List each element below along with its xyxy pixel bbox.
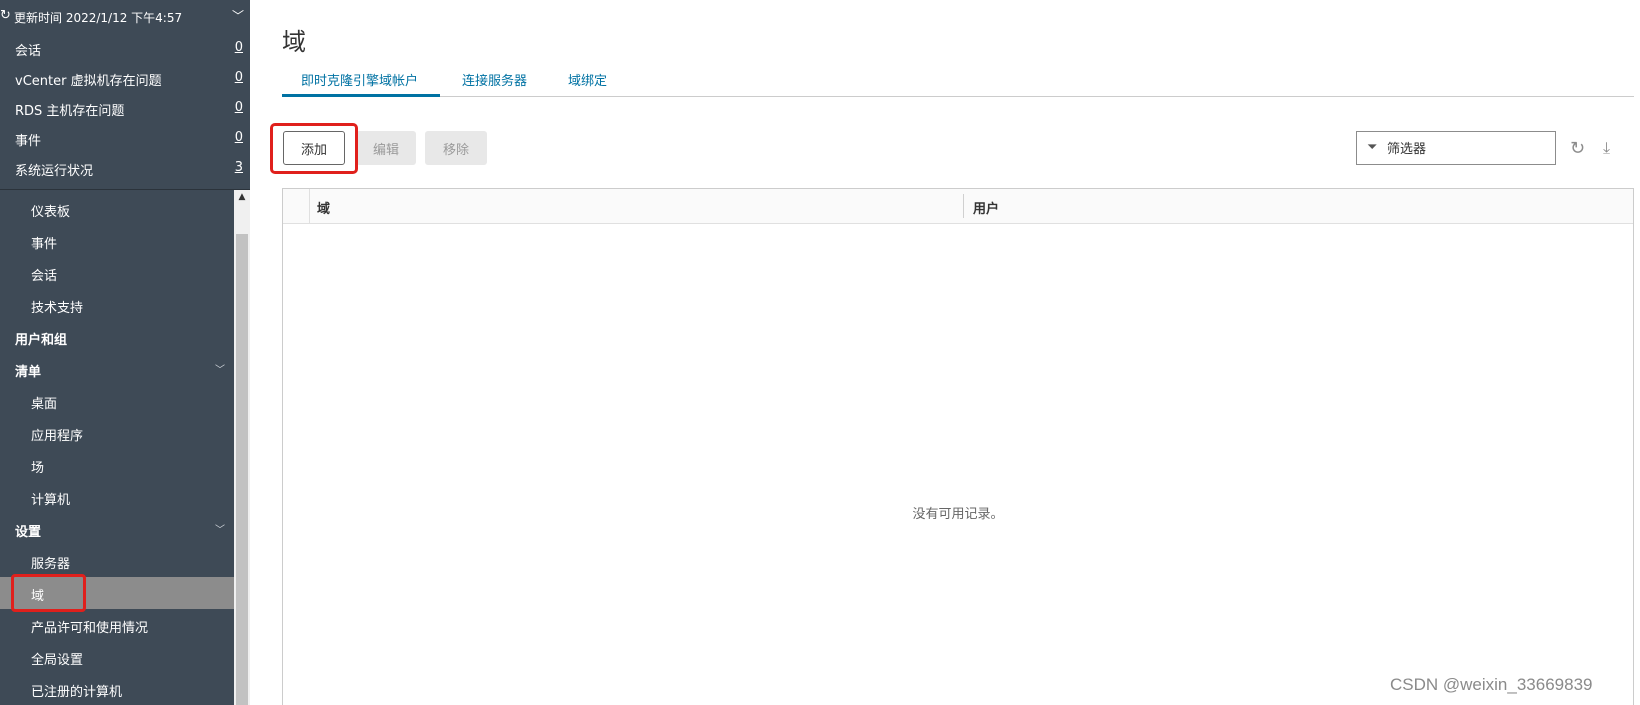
select-column[interactable] <box>283 189 310 223</box>
status-label: vCenter 虚拟机存在问题 <box>15 74 162 89</box>
status-row-health[interactable]: 系统运行状况 3 <box>0 153 250 183</box>
nav-section-label: 设置 <box>15 525 42 540</box>
nav-item-label: 服务器 <box>31 557 71 572</box>
tab-domain-bind[interactable]: 域绑定 <box>568 70 607 89</box>
nav-item-registered-machines[interactable]: 已注册的计算机 <box>0 673 234 705</box>
status-row-rds[interactable]: RDS 主机存在问题 0 <box>0 93 250 123</box>
nav-item-applications[interactable]: 应用程序 <box>0 417 234 449</box>
tab-connection-servers[interactable]: 连接服务器 <box>462 70 527 89</box>
tab-divider <box>282 96 1634 97</box>
column-header-domain[interactable]: 域 <box>317 198 330 217</box>
nav-section-label: 清单 <box>15 365 42 380</box>
status-count[interactable]: 0 <box>235 130 243 145</box>
nav-item-label: 桌面 <box>31 397 58 412</box>
status-label: 系统运行状况 <box>15 164 94 179</box>
filter-icon: ⏷ <box>1367 140 1378 155</box>
status-count[interactable]: 0 <box>235 40 243 55</box>
scroll-up-icon[interactable]: ▲ <box>237 191 247 203</box>
nav-item-label: 计算机 <box>31 493 71 508</box>
highlight-box <box>270 123 358 174</box>
filter-input[interactable] <box>1385 137 1549 161</box>
nav-item-events[interactable]: 事件 <box>0 225 234 257</box>
data-grid: 域 用户 没有可用记录。 <box>282 188 1634 705</box>
chevron-down-icon[interactable]: ﹀ <box>215 521 225 536</box>
chevron-down-icon[interactable]: ﹀ <box>215 361 225 376</box>
page-title: 域 <box>282 28 306 56</box>
chevron-down-icon[interactable]: ﹀ <box>232 7 244 24</box>
nav-item-label: 事件 <box>31 237 58 252</box>
nav-item-machines[interactable]: 计算机 <box>0 481 234 513</box>
status-header[interactable]: ↻ 更新时间 2022/1/12 下午4:57 ﹀ <box>0 0 250 32</box>
watermark: CSDN @weixin_33669839 <box>1390 675 1593 694</box>
status-row-events[interactable]: 事件 0 <box>0 123 250 153</box>
status-count[interactable]: 0 <box>235 70 243 85</box>
nav-item-sessions[interactable]: 会话 <box>0 257 234 289</box>
nav-item-label: 会话 <box>31 269 58 284</box>
nav-section-inventory[interactable]: 清单 ﹀ <box>0 353 234 385</box>
nav-item-support[interactable]: 技术支持 <box>0 289 234 321</box>
column-header-user[interactable]: 用户 <box>973 198 999 217</box>
nav-item-global-settings[interactable]: 全局设置 <box>0 641 234 673</box>
nav-item-label: 技术支持 <box>31 301 84 316</box>
grid-header: 域 用户 <box>283 189 1633 224</box>
nav-section-settings[interactable]: 设置 ﹀ <box>0 513 234 545</box>
nav-section-label: 用户和组 <box>15 333 68 348</box>
active-tab-indicator <box>282 94 440 97</box>
status-count[interactable]: 0 <box>235 100 243 115</box>
nav-item-label: 产品许可和使用情况 <box>31 621 149 636</box>
status-label: RDS 主机存在问题 <box>15 104 125 119</box>
nav-item-desktops[interactable]: 桌面 <box>0 385 234 417</box>
divider <box>0 189 250 190</box>
filter-field[interactable]: ⏷ <box>1356 131 1556 165</box>
refresh-icon[interactable]: ↻ <box>1570 138 1585 159</box>
tab-instant-clone-accounts[interactable]: 即时克隆引擎域帐户 <box>301 70 418 89</box>
status-label: 会话 <box>15 44 42 59</box>
nav-item-label: 仪表板 <box>31 205 71 220</box>
nav-item-label: 应用程序 <box>31 429 84 444</box>
status-label: 事件 <box>15 134 42 149</box>
nav-item-label: 场 <box>31 461 45 476</box>
status-row-sessions[interactable]: 会话 0 <box>0 33 250 63</box>
nav-section-users-groups[interactable]: 用户和组 <box>0 321 234 353</box>
sidebar: ↻ 更新时间 2022/1/12 下午4:57 ﹀ 会话 0 vCenter 虚… <box>0 0 250 705</box>
status-row-vcenter[interactable]: vCenter 虚拟机存在问题 0 <box>0 63 250 93</box>
nav-item-licensing[interactable]: 产品许可和使用情况 <box>0 609 234 641</box>
nav-item-farms[interactable]: 场 <box>0 449 234 481</box>
highlight-box <box>11 574 86 612</box>
refresh-icon[interactable]: ↻ <box>0 8 11 23</box>
edit-button[interactable]: 编辑 <box>356 131 416 165</box>
download-icon[interactable]: ⤓ <box>1603 138 1610 158</box>
empty-message: 没有可用记录。 <box>912 507 1004 522</box>
updated-time: 更新时间 2022/1/12 下午4:57 <box>14 11 183 25</box>
nav-scrollbar-thumb[interactable] <box>236 234 248 705</box>
nav-item-servers[interactable]: 服务器 <box>0 545 234 577</box>
nav-item-label: 已注册的计算机 <box>31 685 123 700</box>
status-count[interactable]: 3 <box>235 160 243 175</box>
nav-item-dashboard[interactable]: 仪表板 <box>0 193 234 225</box>
nav-item-label: 全局设置 <box>31 653 84 668</box>
remove-button[interactable]: 移除 <box>425 131 487 165</box>
column-divider[interactable] <box>963 194 964 218</box>
